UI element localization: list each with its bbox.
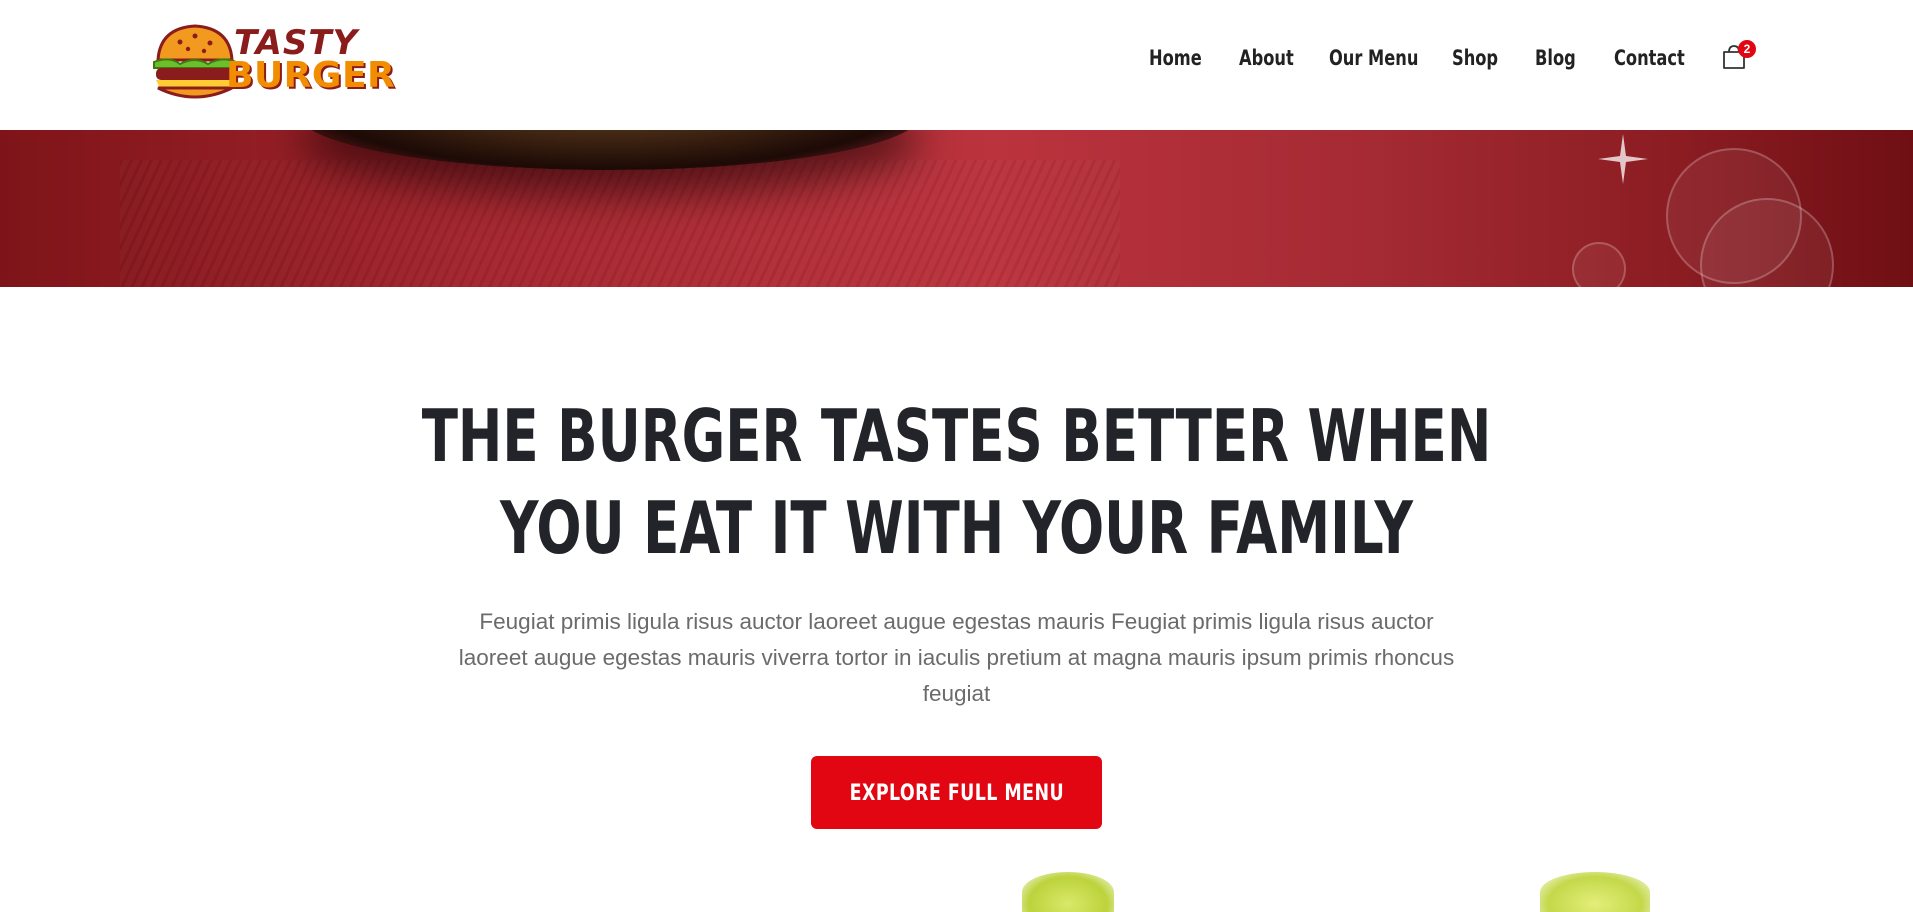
logo-text: TASTY BURGER (226, 16, 395, 94)
intro-description: Feugiat primis ligula risus auctor laore… (458, 609, 1455, 706)
explore-menu-label: EXPLORE FULL MENU (849, 781, 1064, 806)
lettuce-image (1540, 872, 1650, 912)
explore-menu-button[interactable]: EXPLORE FULL MENU (811, 756, 1102, 829)
logo[interactable]: TASTY BURGER (150, 16, 395, 108)
nav-item-about[interactable]: About (1239, 46, 1294, 70)
site-header: TASTY BURGER Home About Our Menu Shop Bl… (0, 0, 1913, 130)
sparkle-icon (1598, 134, 1648, 184)
nav-item-shop[interactable]: Shop (1452, 46, 1498, 70)
headline-line-1: THE BURGER TASTES BETTER WHEN (421, 394, 1492, 478)
nav-item-our-menu[interactable]: Our Menu (1329, 46, 1418, 70)
logo-line2: BURGER (226, 55, 396, 96)
hero-texture (120, 160, 1120, 287)
nav-item-home[interactable]: Home (1149, 46, 1202, 70)
lettuce-image (1022, 872, 1114, 912)
hero-banner (0, 130, 1913, 287)
page-headline: THE BURGER TASTES BETTER WHEN YOU EAT IT… (0, 390, 1913, 574)
nav-item-blog[interactable]: Blog (1535, 46, 1576, 70)
cart-count-badge: 2 (1738, 40, 1756, 58)
nav-item-contact[interactable]: Contact (1614, 46, 1685, 70)
bokeh-light (1572, 242, 1626, 287)
headline-line-2: YOU EAT IT WITH YOUR FAMILY (500, 486, 1413, 570)
